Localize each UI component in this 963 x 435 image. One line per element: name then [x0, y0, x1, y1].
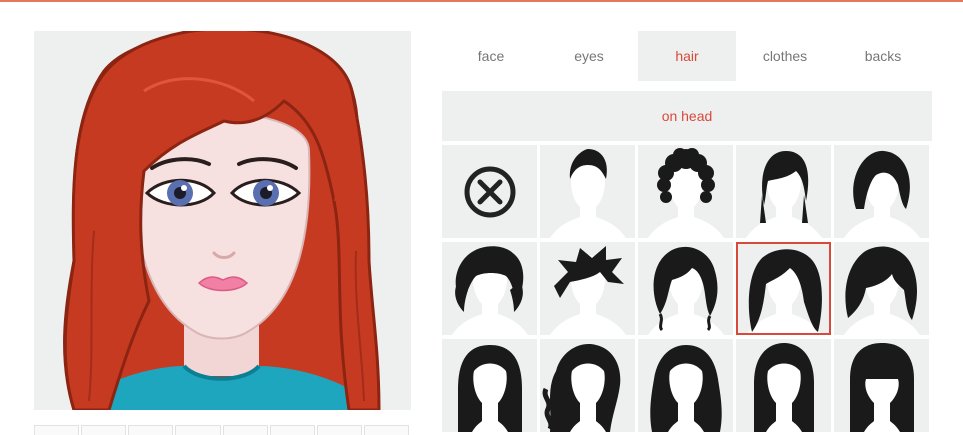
category-tabs: face eyes hair clothes backs: [442, 31, 932, 81]
hair-option-long-bangs[interactable]: [834, 339, 929, 432]
long-center-part-hair-icon: [754, 343, 814, 432]
remove-icon: [464, 166, 516, 218]
hair-option-side-part[interactable]: [736, 145, 831, 238]
hair-option-long-straight[interactable]: [442, 339, 537, 432]
long-bangs-hair-icon: [850, 343, 914, 432]
bangs-bob-hair-icon: [844, 246, 920, 335]
avatar-preview: [34, 31, 411, 410]
bob-hair-icon: [844, 150, 920, 238]
long-curly-hair-icon: [542, 344, 621, 432]
hair-option-shoulder-length[interactable]: [736, 242, 831, 335]
tab-hair[interactable]: hair: [638, 31, 736, 81]
hair-option-wavy-short[interactable]: [442, 242, 537, 335]
hair-option-long-center-part[interactable]: [736, 339, 831, 432]
tab-face[interactable]: face: [442, 31, 540, 81]
subcategory-on-head[interactable]: on head: [442, 91, 932, 141]
avatar-illustration: [63, 31, 381, 410]
hair-option-curly-bob[interactable]: [638, 242, 733, 335]
tab-backs[interactable]: backs: [834, 31, 932, 81]
hair-option-short[interactable]: [540, 145, 635, 238]
hair-option-long-wavy[interactable]: [638, 339, 733, 432]
hair-options-grid: [442, 145, 934, 433]
preview-thumbnail-strip: [34, 425, 411, 435]
hair-option-spiky[interactable]: [540, 242, 635, 335]
hair-option-afro[interactable]: [638, 145, 733, 238]
shoulder-length-hair-icon: [747, 249, 822, 333]
side-part-hair-icon: [746, 151, 822, 238]
hair-option-none[interactable]: [442, 145, 537, 238]
afro-hair-icon: [648, 148, 724, 238]
hair-option-bangs-bob[interactable]: [834, 242, 929, 335]
top-accent-line: [0, 0, 963, 2]
tab-clothes[interactable]: clothes: [736, 31, 834, 81]
curly-bob-hair-icon: [648, 246, 724, 335]
hair-option-bob[interactable]: [834, 145, 929, 238]
spiky-hair-icon: [550, 246, 626, 335]
tab-eyes[interactable]: eyes: [540, 31, 638, 81]
long-wavy-hair-icon: [650, 345, 722, 432]
hair-option-long-curly[interactable]: [540, 339, 635, 432]
short-hair-icon: [550, 149, 626, 238]
long-straight-hair-icon: [458, 345, 522, 432]
wavy-short-hair-icon: [452, 246, 528, 335]
